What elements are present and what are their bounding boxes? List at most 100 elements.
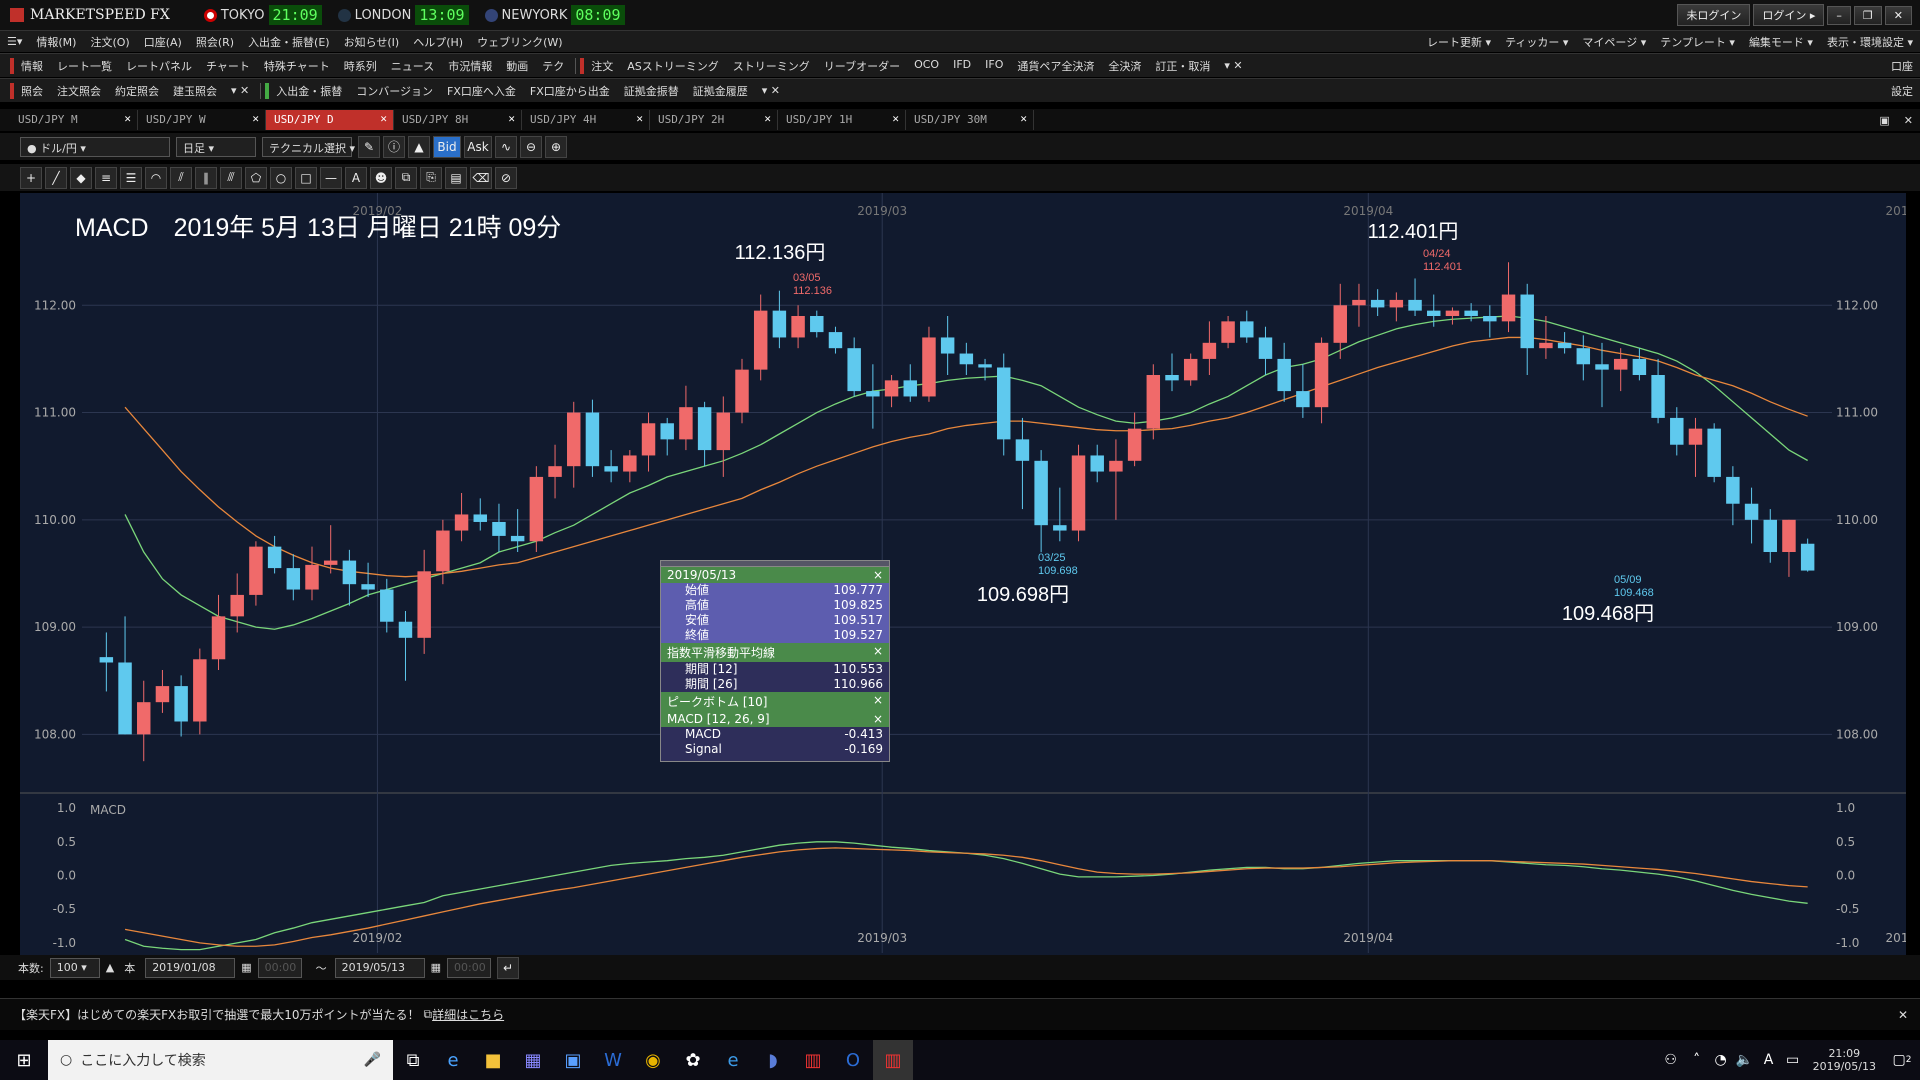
to-calendar-icon[interactable]: ▦ (431, 961, 441, 974)
menu-right-item-1[interactable]: ティッカー ▾ (1498, 34, 1575, 50)
info-item-8[interactable]: テク (535, 58, 571, 74)
chrome-icon[interactable]: ◉ (633, 1040, 673, 1080)
count-select[interactable]: 100 ▾ (49, 957, 100, 978)
menu-item-4[interactable]: 入出金・振替(E) (241, 34, 337, 50)
tab-close-icon[interactable]: ✕ (764, 112, 771, 125)
toolbar2b-dropdown-icon[interactable]: ▾ ✕ (755, 84, 787, 97)
ad-close-icon[interactable]: ✕ (1898, 1008, 1908, 1022)
file-explorer-icon[interactable]: ■ (473, 1040, 513, 1080)
transfer-item-3[interactable]: 証拠金振替 (617, 83, 686, 99)
to-time-field[interactable]: 00:00 (447, 957, 491, 978)
from-date-field[interactable]: 2019/01/08 (145, 957, 236, 978)
ime-indicator[interactable]: A (1757, 1040, 1781, 1080)
volume-icon[interactable]: 🔈 (1733, 1040, 1757, 1080)
tab-3[interactable]: USD/JPY 8H ✕ (394, 110, 522, 130)
info-item-1[interactable]: レートパネル (119, 58, 199, 74)
menu-item-1[interactable]: 注文(O) (83, 34, 136, 50)
info-icon[interactable]: ⓘ (383, 135, 405, 158)
task-view-icon[interactable]: ⧉ (393, 1040, 433, 1080)
transfer-item-0[interactable]: コンバージョン (349, 83, 440, 99)
inquiry-item-1[interactable]: 約定照会 (108, 83, 166, 99)
pair-select[interactable]: ● ドル/円 ▾ (20, 136, 170, 157)
tab-close-icon[interactable]: ✕ (636, 112, 643, 125)
fibonacci-icon[interactable]: ☰ (120, 166, 142, 189)
bid-button[interactable]: Bid (433, 135, 461, 158)
tab-close-icon[interactable]: ✕ (380, 112, 387, 125)
order-item-4[interactable]: IFD (946, 58, 978, 74)
circle-icon[interactable]: ○ (270, 166, 292, 189)
tab-4[interactable]: USD/JPY 4H ✕ (522, 110, 650, 130)
vertical-lines-icon[interactable]: ∥ (195, 166, 217, 189)
close-window-button[interactable]: ✕ (1884, 5, 1912, 25)
tab-6[interactable]: USD/JPY 1H ✕ (778, 110, 906, 130)
eraser-icon[interactable]: ◆ (70, 166, 92, 189)
menu-item-3[interactable]: 照会(R) (189, 34, 241, 50)
arc-icon[interactable]: ◠ (145, 166, 167, 189)
toolbar1-dropdown-icon[interactable]: ▾ ✕ (1217, 59, 1249, 72)
ad-link[interactable]: 詳細はこちら (432, 1006, 504, 1023)
from-time-field[interactable]: 00:00 (257, 957, 302, 978)
restore-chart-icon[interactable]: ▣ (1872, 114, 1896, 127)
order-item-8[interactable]: 訂正・取消 (1148, 58, 1217, 74)
account-button[interactable]: 口座 (1884, 58, 1920, 74)
from-calendar-icon[interactable]: ▦ (241, 961, 251, 974)
menu-right-item-4[interactable]: 編集モード ▾ (1742, 34, 1820, 50)
order-item-7[interactable]: 全決済 (1101, 58, 1148, 74)
tab-close-icon[interactable]: ✕ (1020, 112, 1027, 125)
outlook-icon[interactable]: O (833, 1040, 873, 1080)
fan-icon[interactable]: ⫽ (170, 166, 192, 189)
order-item-3[interactable]: OCO (907, 58, 946, 74)
info-item-6[interactable]: 市況情報 (441, 58, 499, 74)
close-chart-icon[interactable]: ✕ (1897, 114, 1920, 127)
window-app-icon[interactable]: ▣ (553, 1040, 593, 1080)
order-item-5[interactable]: IFO (978, 58, 1010, 74)
ask-button[interactable]: Ask (464, 135, 492, 158)
zoom-out-icon[interactable]: ⊖ (520, 135, 542, 158)
zoom-in-icon[interactable]: ⊕ (545, 135, 567, 158)
tray-chevron-icon[interactable]: ˄ (1685, 1040, 1709, 1080)
info-item-4[interactable]: 時系列 (337, 58, 384, 74)
layers-icon[interactable]: ▤ (445, 166, 467, 189)
menu-item-6[interactable]: ヘルプ(H) (406, 34, 470, 50)
period-select[interactable]: 日足 ▾ (176, 136, 256, 157)
transfer-item-2[interactable]: FX口座から出金 (523, 83, 617, 99)
apply-range-icon[interactable]: ↵ (497, 956, 519, 979)
chart-style-icon[interactable]: ▲ (408, 135, 430, 158)
menu-toggle-icon[interactable]: ☰▾ (0, 35, 29, 48)
menu-item-5[interactable]: お知らせ(I) (337, 34, 407, 50)
data-panel[interactable]: 2019/05/13 × 始値 109.777 高値 109.825 安値 109.517 終… (660, 560, 890, 762)
channel-icon[interactable]: ⫻ (220, 166, 242, 189)
menu-item-2[interactable]: 口座(A) (137, 34, 189, 50)
menu-right-item-5[interactable]: 表示・環境設定 ▾ (1820, 34, 1920, 50)
pentagon-icon[interactable]: ⬠ (245, 166, 267, 189)
crosshair-icon[interactable]: + (20, 166, 42, 189)
menu-item-7[interactable]: ウェブリンク(W) (470, 34, 569, 50)
menu-right-item-2[interactable]: マイページ ▾ (1575, 34, 1653, 50)
data-panel-close-icon[interactable]: × (873, 568, 883, 582)
maximize-button[interactable]: ❐ (1853, 5, 1882, 25)
copy-icon[interactable]: ⧉ (395, 166, 417, 189)
inquiry-item-0[interactable]: 注文照会 (50, 83, 108, 99)
to-date-field[interactable]: 2019/05/13 (334, 957, 425, 978)
windows-start-icon[interactable]: ⊞ (0, 1040, 48, 1080)
calculator-icon[interactable]: ▦ (513, 1040, 553, 1080)
line-icon[interactable]: ╱ (45, 166, 67, 189)
people-icon[interactable]: ⚇ (1657, 1040, 1685, 1080)
marketspeed-icon[interactable]: ▥ (793, 1040, 833, 1080)
inquiry-item-2[interactable]: 建玉照会 (166, 83, 224, 99)
info-item-2[interactable]: チャート (199, 58, 257, 74)
count-up-icon[interactable]: ▲ (106, 961, 114, 974)
peak-close-icon[interactable]: × (873, 693, 883, 710)
network-icon[interactable]: ◔ (1709, 1040, 1733, 1080)
clear-all-icon[interactable]: ⊘ (495, 166, 517, 189)
order-item-1[interactable]: ストリーミング (726, 58, 817, 74)
order-item-2[interactable]: リーブオーダー (817, 58, 907, 74)
toolbar2-dropdown-icon[interactable]: ▾ ✕ (224, 84, 256, 97)
order-item-6[interactable]: 通貨ペア全決済 (1010, 58, 1101, 74)
transfer-item-4[interactable]: 証拠金履歴 (686, 83, 755, 99)
transfer-item-1[interactable]: FX口座へ入金 (440, 83, 523, 99)
technical-select[interactable]: テクニカル選択 ▾ (262, 136, 355, 157)
order-item-0[interactable]: ASストリーミング (620, 58, 726, 74)
edge-icon[interactable]: e (713, 1040, 753, 1080)
menu-right-item-3[interactable]: テンプレート ▾ (1653, 34, 1742, 50)
